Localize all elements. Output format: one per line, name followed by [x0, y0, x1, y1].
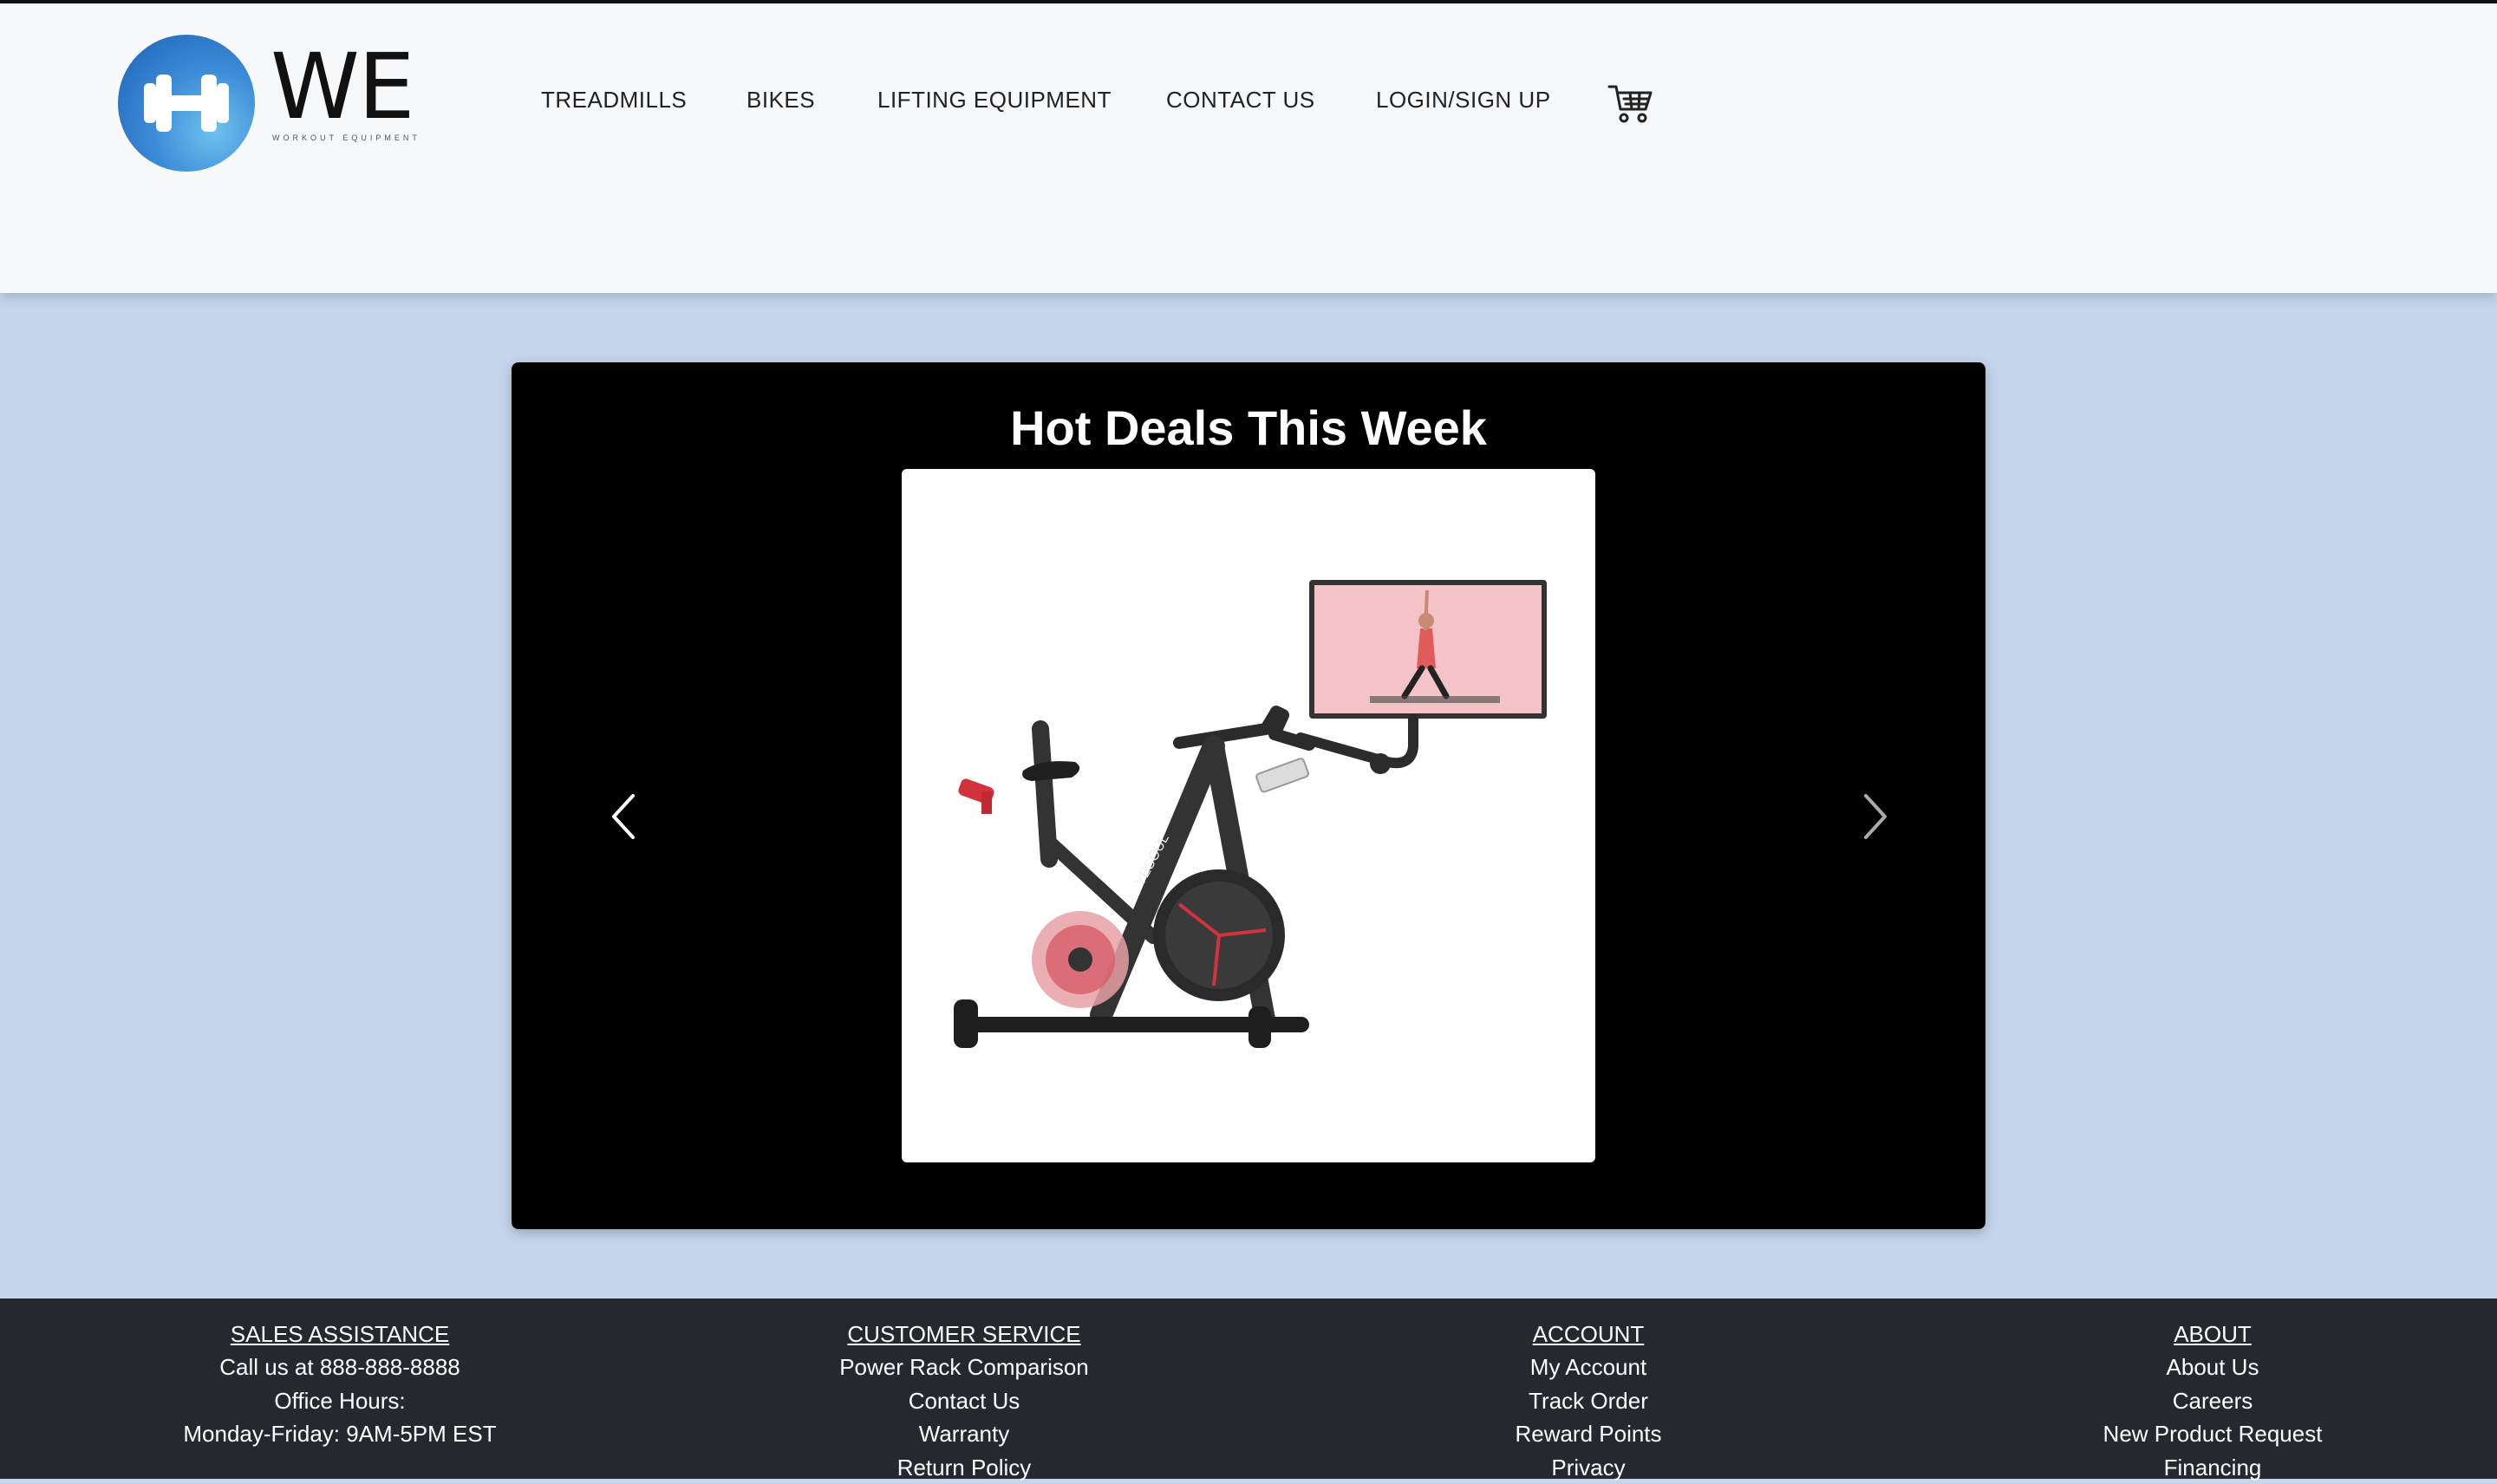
footer-link-warranty[interactable]: Warranty	[704, 1417, 1224, 1451]
footer-link-power-rack-comparison[interactable]: Power Rack Comparison	[704, 1351, 1224, 1384]
carousel-title: Hot Deals This Week	[1010, 400, 1487, 455]
site-header: WE WORKOUT EQUIPMENT TREADMILLS BIKES LI…	[0, 3, 2497, 293]
footer-office-hours-label: Office Hours:	[274, 1387, 406, 1414]
footer-link-contact-us[interactable]: Contact Us	[704, 1384, 1224, 1418]
nav-login-signup[interactable]: LOGIN/SIGN UP	[1376, 87, 1551, 114]
brand-name: WE	[271, 34, 415, 140]
dumbbell-icon	[118, 35, 255, 172]
footer-link-track-order[interactable]: Track Order	[1328, 1384, 1848, 1418]
brand-tagline: WORKOUT EQUIPMENT	[272, 133, 421, 142]
footer-column-customer-service: CUSTOMER SERVICE Power Rack Comparison C…	[704, 1318, 1224, 1484]
footer-link-about-us[interactable]: About Us	[1953, 1351, 2473, 1384]
footer-office-hours: Monday-Friday: 9AM-5PM EST	[183, 1421, 497, 1448]
footer-link-new-product-request[interactable]: New Product Request	[1953, 1417, 2473, 1451]
footer-column-sales-assistance: SALES ASSISTANCE Call us at 888-888-8888…	[80, 1318, 600, 1451]
site-logo[interactable]: WE WORKOUT EQUIPMENT	[118, 35, 417, 173]
carousel-slide[interactable]: YESOUL	[902, 469, 1595, 1162]
footer-link-privacy[interactable]: Privacy	[1328, 1451, 1848, 1484]
footer-link-financing[interactable]: Financing	[1953, 1451, 2473, 1484]
nav-contact-us[interactable]: CONTACT US	[1166, 87, 1315, 114]
footer-link-careers[interactable]: Careers	[1953, 1384, 2473, 1418]
hot-deals-carousel: Hot Deals This Week YESOUL	[512, 362, 1985, 1229]
exercise-bike-image: YESOUL	[954, 580, 1547, 1048]
footer-link-my-account[interactable]: My Account	[1328, 1351, 1848, 1384]
footer-column-account: ACCOUNT My Account Track Order Reward Po…	[1328, 1318, 1848, 1484]
footer-heading-customer-service[interactable]: CUSTOMER SERVICE	[704, 1318, 1224, 1351]
footer-link-return-policy[interactable]: Return Policy	[704, 1451, 1224, 1484]
footer-phone: Call us at 888-888-8888	[219, 1354, 460, 1380]
footer-column-about: ABOUT About Us Careers New Product Reque…	[1953, 1318, 2473, 1484]
site-footer: SALES ASSISTANCE Call us at 888-888-8888…	[0, 1298, 2497, 1481]
footer-link-reward-points[interactable]: Reward Points	[1328, 1417, 1848, 1451]
chevron-right-icon[interactable]	[1857, 791, 1892, 843]
nav-lifting-equipment[interactable]: LIFTING EQUIPMENT	[877, 87, 1112, 114]
chevron-left-icon[interactable]	[607, 791, 642, 843]
nav-bikes[interactable]: BIKES	[746, 87, 815, 114]
cart-icon[interactable]	[1607, 83, 1654, 125]
footer-heading-account[interactable]: ACCOUNT	[1328, 1318, 1848, 1351]
nav-treadmills[interactable]: TREADMILLS	[541, 87, 687, 114]
footer-heading-sales-assistance[interactable]: SALES ASSISTANCE	[80, 1318, 600, 1351]
footer-heading-about[interactable]: ABOUT	[1953, 1318, 2473, 1351]
